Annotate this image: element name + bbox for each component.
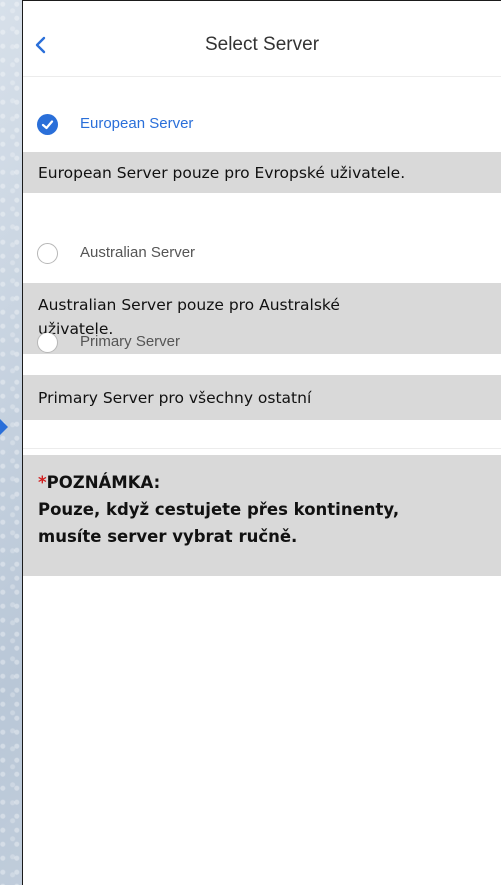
empty-circle-icon [37, 243, 58, 264]
server-label-european: European Server [80, 115, 194, 132]
divider [23, 448, 501, 449]
check-circle-icon [37, 114, 58, 135]
annotation-text: Primary Server pro všechny ostatní [38, 389, 312, 407]
navigation-bar: Select Server [23, 1, 501, 77]
server-label-australian: Australian Server [80, 244, 196, 261]
server-option-australian[interactable]: Australian Server [23, 234, 501, 274]
screen-title: Select Server [204, 34, 320, 55]
server-option-european[interactable]: European Server [23, 105, 501, 145]
notice-line: Pouze, když cestujete přes kontinenty, [38, 500, 400, 519]
server-option-primary[interactable]: Primary Server [23, 333, 501, 361]
asterisk: * [38, 473, 47, 492]
notice-line: musíte server vybrat ručně. [38, 527, 298, 546]
annotation-european: European Server pouze pro Evropské uživa… [23, 152, 501, 193]
empty-circle-icon [37, 333, 58, 353]
phone-screen: Select Server European Server European S… [22, 0, 501, 885]
side-pointer-icon [0, 419, 8, 435]
notice-box: *POZNÁMKA: Pouze, když cestujete přes ko… [23, 455, 501, 576]
annotation-text: Australian Server pouze pro Australské [38, 296, 340, 314]
annotation-primary: Primary Server pro všechny ostatní [23, 375, 501, 420]
annotation-text: European Server pouze pro Evropské uživa… [38, 164, 406, 182]
server-label-primary: Primary Server [80, 333, 181, 350]
notice-heading: *POZNÁMKA: [38, 473, 161, 492]
